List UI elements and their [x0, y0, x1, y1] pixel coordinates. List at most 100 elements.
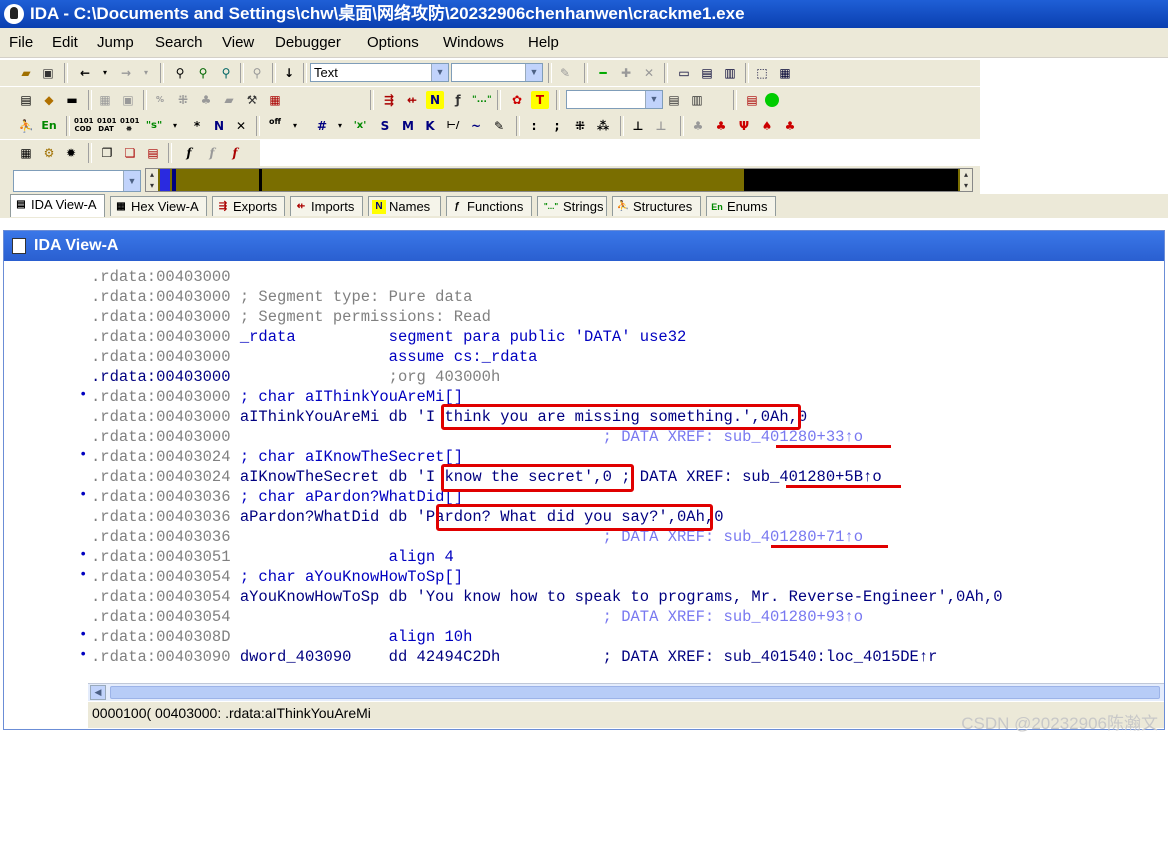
functions-icon[interactable]: ƒ — [449, 91, 467, 109]
listing-line[interactable]: .rdata:00403000 _rdata segment para publ… — [91, 327, 686, 347]
colon-icon[interactable]: : — [525, 117, 543, 135]
image-icon[interactable]: ▣ — [119, 91, 137, 109]
names-icon[interactable]: N — [426, 91, 444, 109]
debugger-options-icon[interactable]: ▤ — [665, 91, 683, 109]
function-end-icon[interactable]: f — [226, 144, 244, 162]
back-arrow-icon[interactable]: ← — [76, 64, 94, 82]
arrange-window-icon[interactable]: ▤ — [144, 144, 162, 162]
menu-debugger[interactable]: Debugger — [275, 34, 341, 51]
menu-search[interactable]: Search — [155, 34, 203, 51]
navigation-band[interactable]: ▴ ▾ ▴ ▾ — [145, 168, 973, 192]
jump-icon[interactable]: ↓ — [280, 64, 298, 82]
tab-enums[interactable]: En Enums — [706, 196, 776, 216]
menu-edit[interactable]: Edit — [52, 34, 78, 51]
tab-functions[interactable]: ƒ Functions — [446, 196, 532, 216]
flowchart-icon[interactable]: ♣ — [712, 117, 730, 135]
nav-scroll-left-icon[interactable]: ▴ ▾ — [146, 169, 158, 191]
delete-icon[interactable]: ✕ — [232, 117, 250, 135]
listing-line[interactable]: .rdata:00403000 ; Segment permissions: R… — [91, 307, 491, 327]
horizontal-scrollbar[interactable]: ◀ — [88, 683, 1164, 701]
calc-icon[interactable]: ▦ — [96, 91, 114, 109]
string-icon[interactable]: "s" — [145, 117, 163, 135]
offset-icon[interactable]: off — [266, 117, 284, 135]
enums-icon[interactable]: En — [38, 117, 60, 135]
colors-icon[interactable]: ▦ — [266, 91, 284, 109]
forward-arrow-icon[interactable]: → — [117, 64, 135, 82]
tab-ida-view-a[interactable]: ▤ IDA View-A — [10, 194, 105, 217]
chevron-down-icon[interactable]: ▼ — [431, 64, 448, 81]
scatter-icon[interactable]: ⁜ — [174, 91, 192, 109]
debugger-select[interactable]: ▼ — [566, 90, 663, 109]
listing-line[interactable]: .rdata:00403000 assume cs:_rdata — [91, 347, 537, 367]
grid-icon[interactable]: ▦ — [776, 64, 794, 82]
ida-app-icon[interactable] — [4, 4, 24, 24]
callgraph-icon[interactable]: Ψ — [735, 117, 753, 135]
menu-view[interactable]: View — [222, 34, 254, 51]
function-icon[interactable]: f — [180, 144, 198, 162]
window-tile-h-icon[interactable]: ▤ — [698, 64, 716, 82]
tab-exports[interactable]: ⇶ Exports — [212, 196, 285, 216]
segment-icon[interactable]: S — [376, 117, 394, 135]
exports-icon[interactable]: ⇶ — [380, 91, 398, 109]
menu-help[interactable]: Help — [528, 34, 559, 51]
search-next-icon[interactable]: ⚲ — [194, 64, 212, 82]
scroll-left-icon[interactable]: ◀ — [90, 685, 106, 700]
listing-line[interactable]: .rdata:00403000 ;org 403000h — [91, 367, 500, 387]
listing-line[interactable]: .rdata:00403054 ; DATA XREF: sub_401280+… — [91, 607, 863, 627]
menu-windows[interactable]: Windows — [443, 34, 504, 51]
xrefs-to-icon[interactable]: ♠ — [758, 117, 776, 135]
enum-member-icon[interactable]: M — [399, 117, 417, 135]
listing-line[interactable]: .rdata:00403000 ; DATA XREF: sub_401280+… — [91, 427, 863, 447]
hash-icon[interactable]: # — [313, 117, 331, 135]
listing-line[interactable]: • .rdata:00403051 align 4 — [79, 547, 454, 567]
imports-icon[interactable]: ⇷ — [403, 91, 421, 109]
navigation-select[interactable]: ▼ — [13, 170, 141, 192]
data-icon[interactable]: 0101 DAT — [97, 117, 116, 135]
binary-icon[interactable]: % — [151, 91, 169, 109]
chart-icon[interactable]: ⊥ — [629, 117, 647, 135]
explore-icon[interactable]: 0101 ⛯ — [120, 117, 139, 135]
minus-icon[interactable]: ━ — [594, 64, 612, 82]
types-icon[interactable]: T — [531, 91, 549, 109]
strings-icon[interactable]: "..." — [472, 91, 492, 109]
edit-pencil-icon[interactable]: ✎ — [490, 117, 508, 135]
plus-icon[interactable]: ✚ — [617, 64, 635, 82]
disassembly-listing[interactable]: .rdata:00403000 .rdata:00403000 ; Segmen… — [79, 267, 1003, 867]
asterisk-icon[interactable]: * — [188, 117, 206, 135]
chevron-down-icon[interactable]: ▼ — [123, 171, 140, 191]
menu-jump[interactable]: Jump — [97, 34, 134, 51]
paste-window-icon[interactable]: ❏ — [121, 144, 139, 162]
wrench-icon[interactable]: ⚒ — [243, 91, 261, 109]
copy-window-icon[interactable]: ❐ — [98, 144, 116, 162]
save-icon[interactable]: ▣ — [39, 64, 57, 82]
back-dropdown-icon[interactable]: ▾ — [96, 64, 114, 82]
search-disabled-icon[interactable]: ⚲ — [248, 64, 266, 82]
number-dropdown-icon[interactable]: ▾ — [331, 117, 349, 135]
listing-line[interactable]: • .rdata:00403036 ; char aPardon?WhatDid[… — [79, 487, 463, 507]
offset-dropdown-icon[interactable]: ▾ — [286, 117, 304, 135]
tab-strings[interactable]: "..." Strings — [537, 196, 607, 216]
tab-imports[interactable]: ⇷ Imports — [290, 196, 363, 216]
tab-structures[interactable]: ⛹ Structures — [612, 196, 701, 216]
string-dropdown-icon[interactable]: ▾ — [166, 117, 184, 135]
calculator-icon[interactable]: ▦ — [17, 144, 35, 162]
gear-icon[interactable]: ⚙ — [40, 144, 58, 162]
semicolon-icon[interactable]: ; — [548, 117, 566, 135]
graph-icon[interactable]: ⬚ — [753, 64, 771, 82]
menu-options[interactable]: Options — [367, 34, 419, 51]
menu-file[interactable]: File — [9, 34, 33, 51]
listing-line[interactable]: .rdata:00403000 — [91, 267, 231, 287]
listing-line[interactable]: • .rdata:00403024 ; char aIKnowTheSecret[… — [79, 447, 463, 467]
pen-icon[interactable]: ✎ — [556, 64, 574, 82]
search-binoculars-icon[interactable]: ⚲ — [171, 64, 189, 82]
window-cascade-icon[interactable]: ▭ — [675, 64, 693, 82]
listing-line[interactable]: • .rdata:0040308D align 10h — [79, 627, 472, 647]
xrefs-from-icon[interactable]: ♣ — [781, 117, 799, 135]
struct-offset-icon[interactable]: K — [421, 117, 439, 135]
listing-line[interactable]: • .rdata:00403090 dword_403090 dd 42494C2… — [79, 647, 937, 667]
window-tile-v-icon[interactable]: ▥ — [721, 64, 739, 82]
chevron-down-icon[interactable]: ▼ — [525, 64, 542, 81]
disk-icon[interactable]: ▬ — [63, 91, 81, 109]
person-icon[interactable]: ⛹ — [17, 117, 35, 135]
search-text-icon[interactable]: ⚲ — [217, 64, 235, 82]
